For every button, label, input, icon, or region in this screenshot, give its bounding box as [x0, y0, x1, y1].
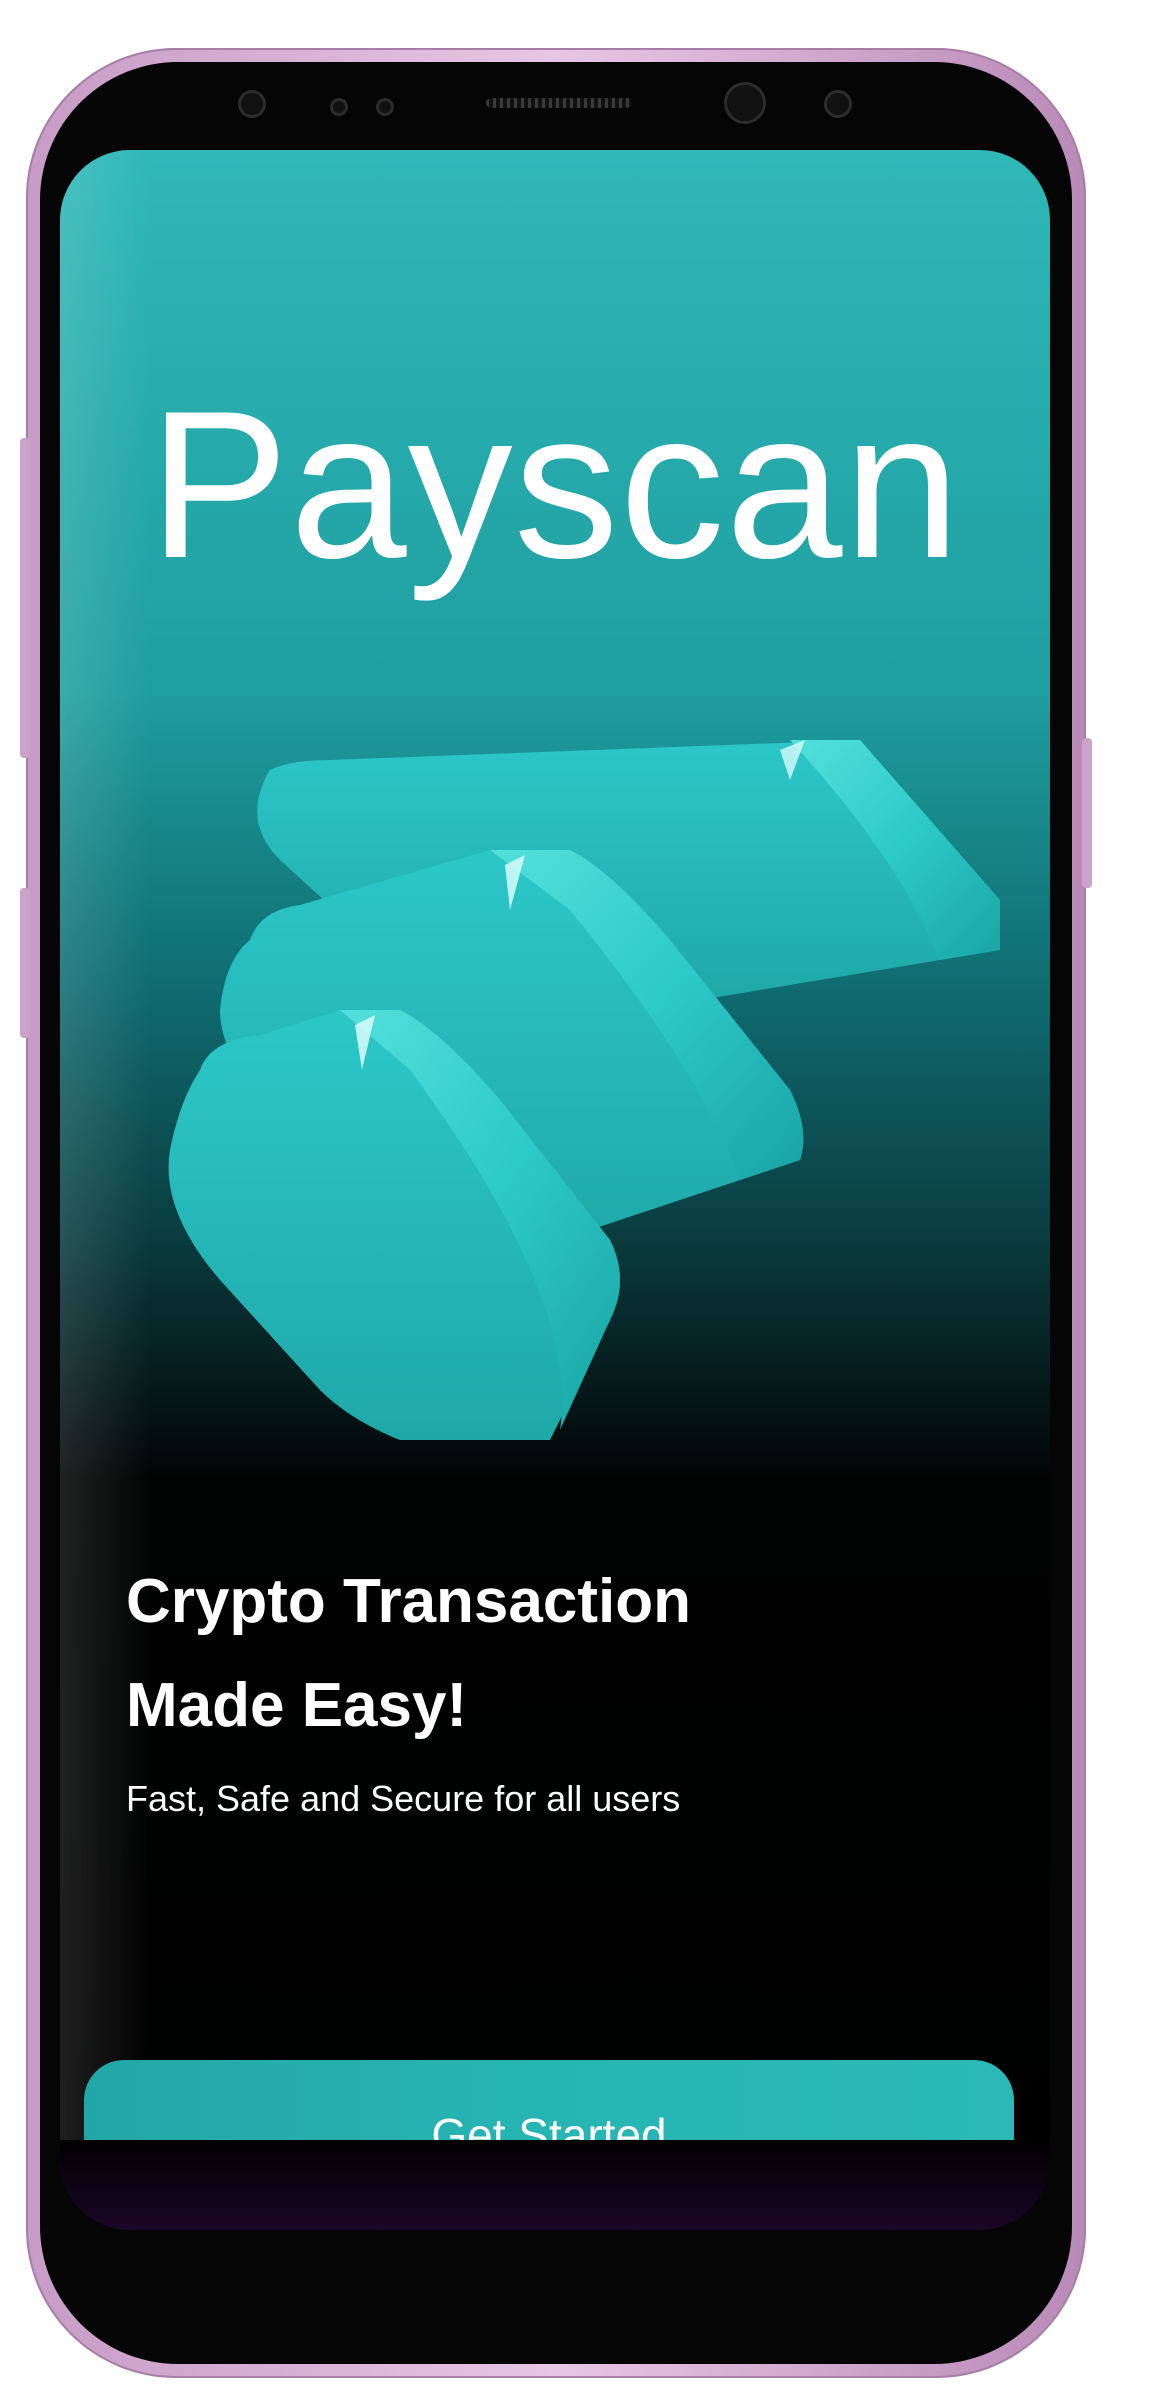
stacked-bars-illustration-icon	[168, 740, 1000, 1440]
sensor-icon	[330, 98, 348, 116]
headline: Crypto Transaction Made Easy!	[126, 1550, 926, 1758]
earpiece-speaker	[486, 98, 632, 108]
app-screen: Payscan Crypto Transaction Made Easy! Fa…	[60, 150, 1050, 2230]
bixby-button	[20, 888, 30, 1038]
iris-sensor-icon	[824, 90, 852, 118]
get-started-button[interactable]: Get Started	[84, 2060, 1014, 2210]
iris-camera-icon	[724, 82, 766, 124]
brand-title: Payscan	[148, 367, 962, 602]
power-button	[1082, 738, 1092, 888]
sensor-icon	[376, 98, 394, 116]
subtitle: Fast, Safe and Secure for all users	[126, 1778, 681, 1819]
headline-line-1: Crypto Transaction	[126, 1567, 691, 1636]
headline-line-2: Made Easy!	[126, 1671, 468, 1740]
volume-button	[20, 438, 30, 758]
front-camera-icon	[238, 90, 266, 118]
